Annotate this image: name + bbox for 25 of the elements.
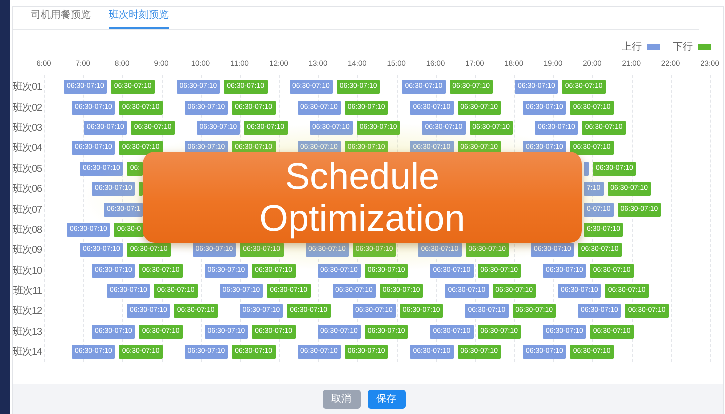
trip-block[interactable] [139,182,144,196]
footer-button[interactable]: 取消 [322,390,360,408]
row-label: 班次09 [13,244,44,258]
row-label: 班次14 [13,346,44,360]
row-label: 班次08 [13,224,44,237]
row-label: 班次11 [13,284,43,298]
row-label: 班次07 [13,204,44,217]
tab[interactable]: 司机用餐预览 [31,8,91,29]
legend-label: 下行 [673,41,693,54]
row-label: 班次02 [13,102,44,115]
legend-swatch [647,44,660,50]
row-label: 班次06 [13,182,44,196]
legend-label: 上行 [622,40,642,54]
footer-button[interactable]: 保存 [368,390,406,408]
row-label: 班次01 [13,80,44,94]
row-label: 班次04 [13,142,44,156]
row-label: 班次10 [13,264,44,278]
row-label: 班次12 [13,304,44,318]
row-label: 班次05 [13,162,44,176]
row-label: 班次13 [13,326,44,339]
row-label: 班次03 [13,122,44,135]
tab[interactable]: 班次时刻预览 [109,8,169,29]
title-banner: Schedule Optimization [143,152,582,243]
legend-swatch [698,44,711,50]
trip-block[interactable] [584,162,589,176]
